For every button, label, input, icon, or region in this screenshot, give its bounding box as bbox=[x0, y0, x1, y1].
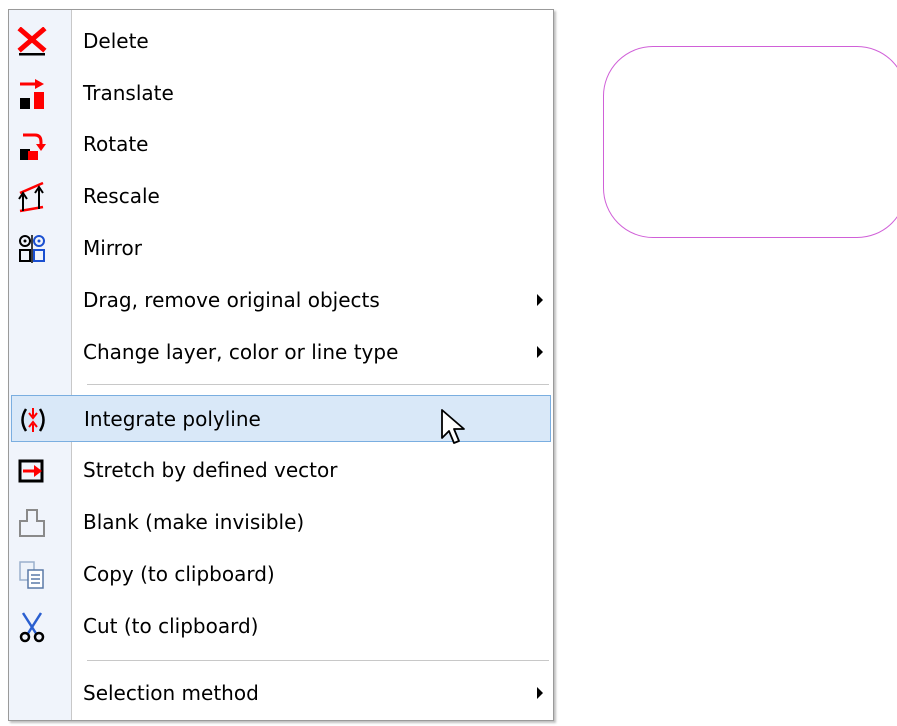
menu-item-label: Cut (to clipboard) bbox=[83, 614, 259, 638]
menu-item-change-layer-color[interactable]: Change layer, color or line type bbox=[11, 329, 551, 376]
menu-item-label: Blank (make invisible) bbox=[83, 510, 305, 534]
menu-separator bbox=[87, 384, 549, 386]
submenu-arrow-icon bbox=[537, 687, 543, 699]
menu-item-integrate-polyline[interactable]: Integrate polyline bbox=[11, 395, 551, 442]
menu-item-label: Selection method bbox=[83, 681, 259, 705]
menu-item-label: Rescale bbox=[83, 184, 160, 208]
menu-item-rotate[interactable]: Rotate bbox=[11, 121, 551, 168]
menu-item-label: Drag, remove original objects bbox=[83, 288, 380, 312]
delete-x-icon bbox=[15, 26, 49, 58]
menu-item-label: Mirror bbox=[83, 236, 142, 260]
menu-item-label: Change layer, color or line type bbox=[83, 340, 399, 364]
drawing-canvas[interactable]: Delete Translate Rotate Rescale Mirror D… bbox=[0, 0, 897, 726]
menu-item-label: Translate bbox=[83, 81, 174, 105]
mouse-pointer-icon bbox=[440, 408, 468, 452]
rescale-icon bbox=[15, 181, 49, 213]
submenu-arrow-icon bbox=[537, 346, 543, 358]
menu-item-label: Integrate polyline bbox=[84, 407, 261, 431]
menu-item-blank-invisible[interactable]: Blank (make invisible) bbox=[11, 499, 551, 546]
menu-item-drag-remove-original[interactable]: Drag, remove original objects bbox=[11, 277, 551, 324]
menu-item-label: Rotate bbox=[83, 132, 149, 156]
menu-item-label: Copy (to clipboard) bbox=[83, 562, 275, 586]
rotate-icon bbox=[15, 129, 49, 161]
menu-item-copy-clipboard[interactable]: Copy (to clipboard) bbox=[11, 551, 551, 598]
context-menu: Delete Translate Rotate Rescale Mirror D… bbox=[8, 9, 554, 721]
copy-icon bbox=[15, 559, 49, 591]
blank-icon bbox=[15, 507, 49, 539]
menu-item-mirror[interactable]: Mirror bbox=[11, 225, 551, 272]
mirror-icon bbox=[15, 233, 49, 265]
menu-item-translate[interactable]: Translate bbox=[11, 70, 551, 117]
cut-scissors-icon bbox=[15, 611, 49, 643]
menu-item-stretch-vector[interactable]: Stretch by defined vector bbox=[11, 447, 551, 494]
menu-item-cut-clipboard[interactable]: Cut (to clipboard) bbox=[11, 603, 551, 650]
submenu-arrow-icon bbox=[537, 294, 543, 306]
menu-item-selection-method[interactable]: Selection method bbox=[11, 670, 551, 717]
rounded-rectangle-polyline[interactable] bbox=[603, 46, 897, 238]
integrate-polyline-icon bbox=[16, 404, 50, 436]
menu-item-label: Stretch by defined vector bbox=[83, 458, 338, 482]
menu-item-label: Delete bbox=[83, 29, 149, 53]
menu-item-rescale[interactable]: Rescale bbox=[11, 173, 551, 220]
stretch-icon bbox=[15, 455, 49, 487]
translate-icon bbox=[15, 78, 49, 110]
menu-separator bbox=[87, 660, 549, 662]
menu-item-delete[interactable]: Delete bbox=[11, 18, 551, 65]
